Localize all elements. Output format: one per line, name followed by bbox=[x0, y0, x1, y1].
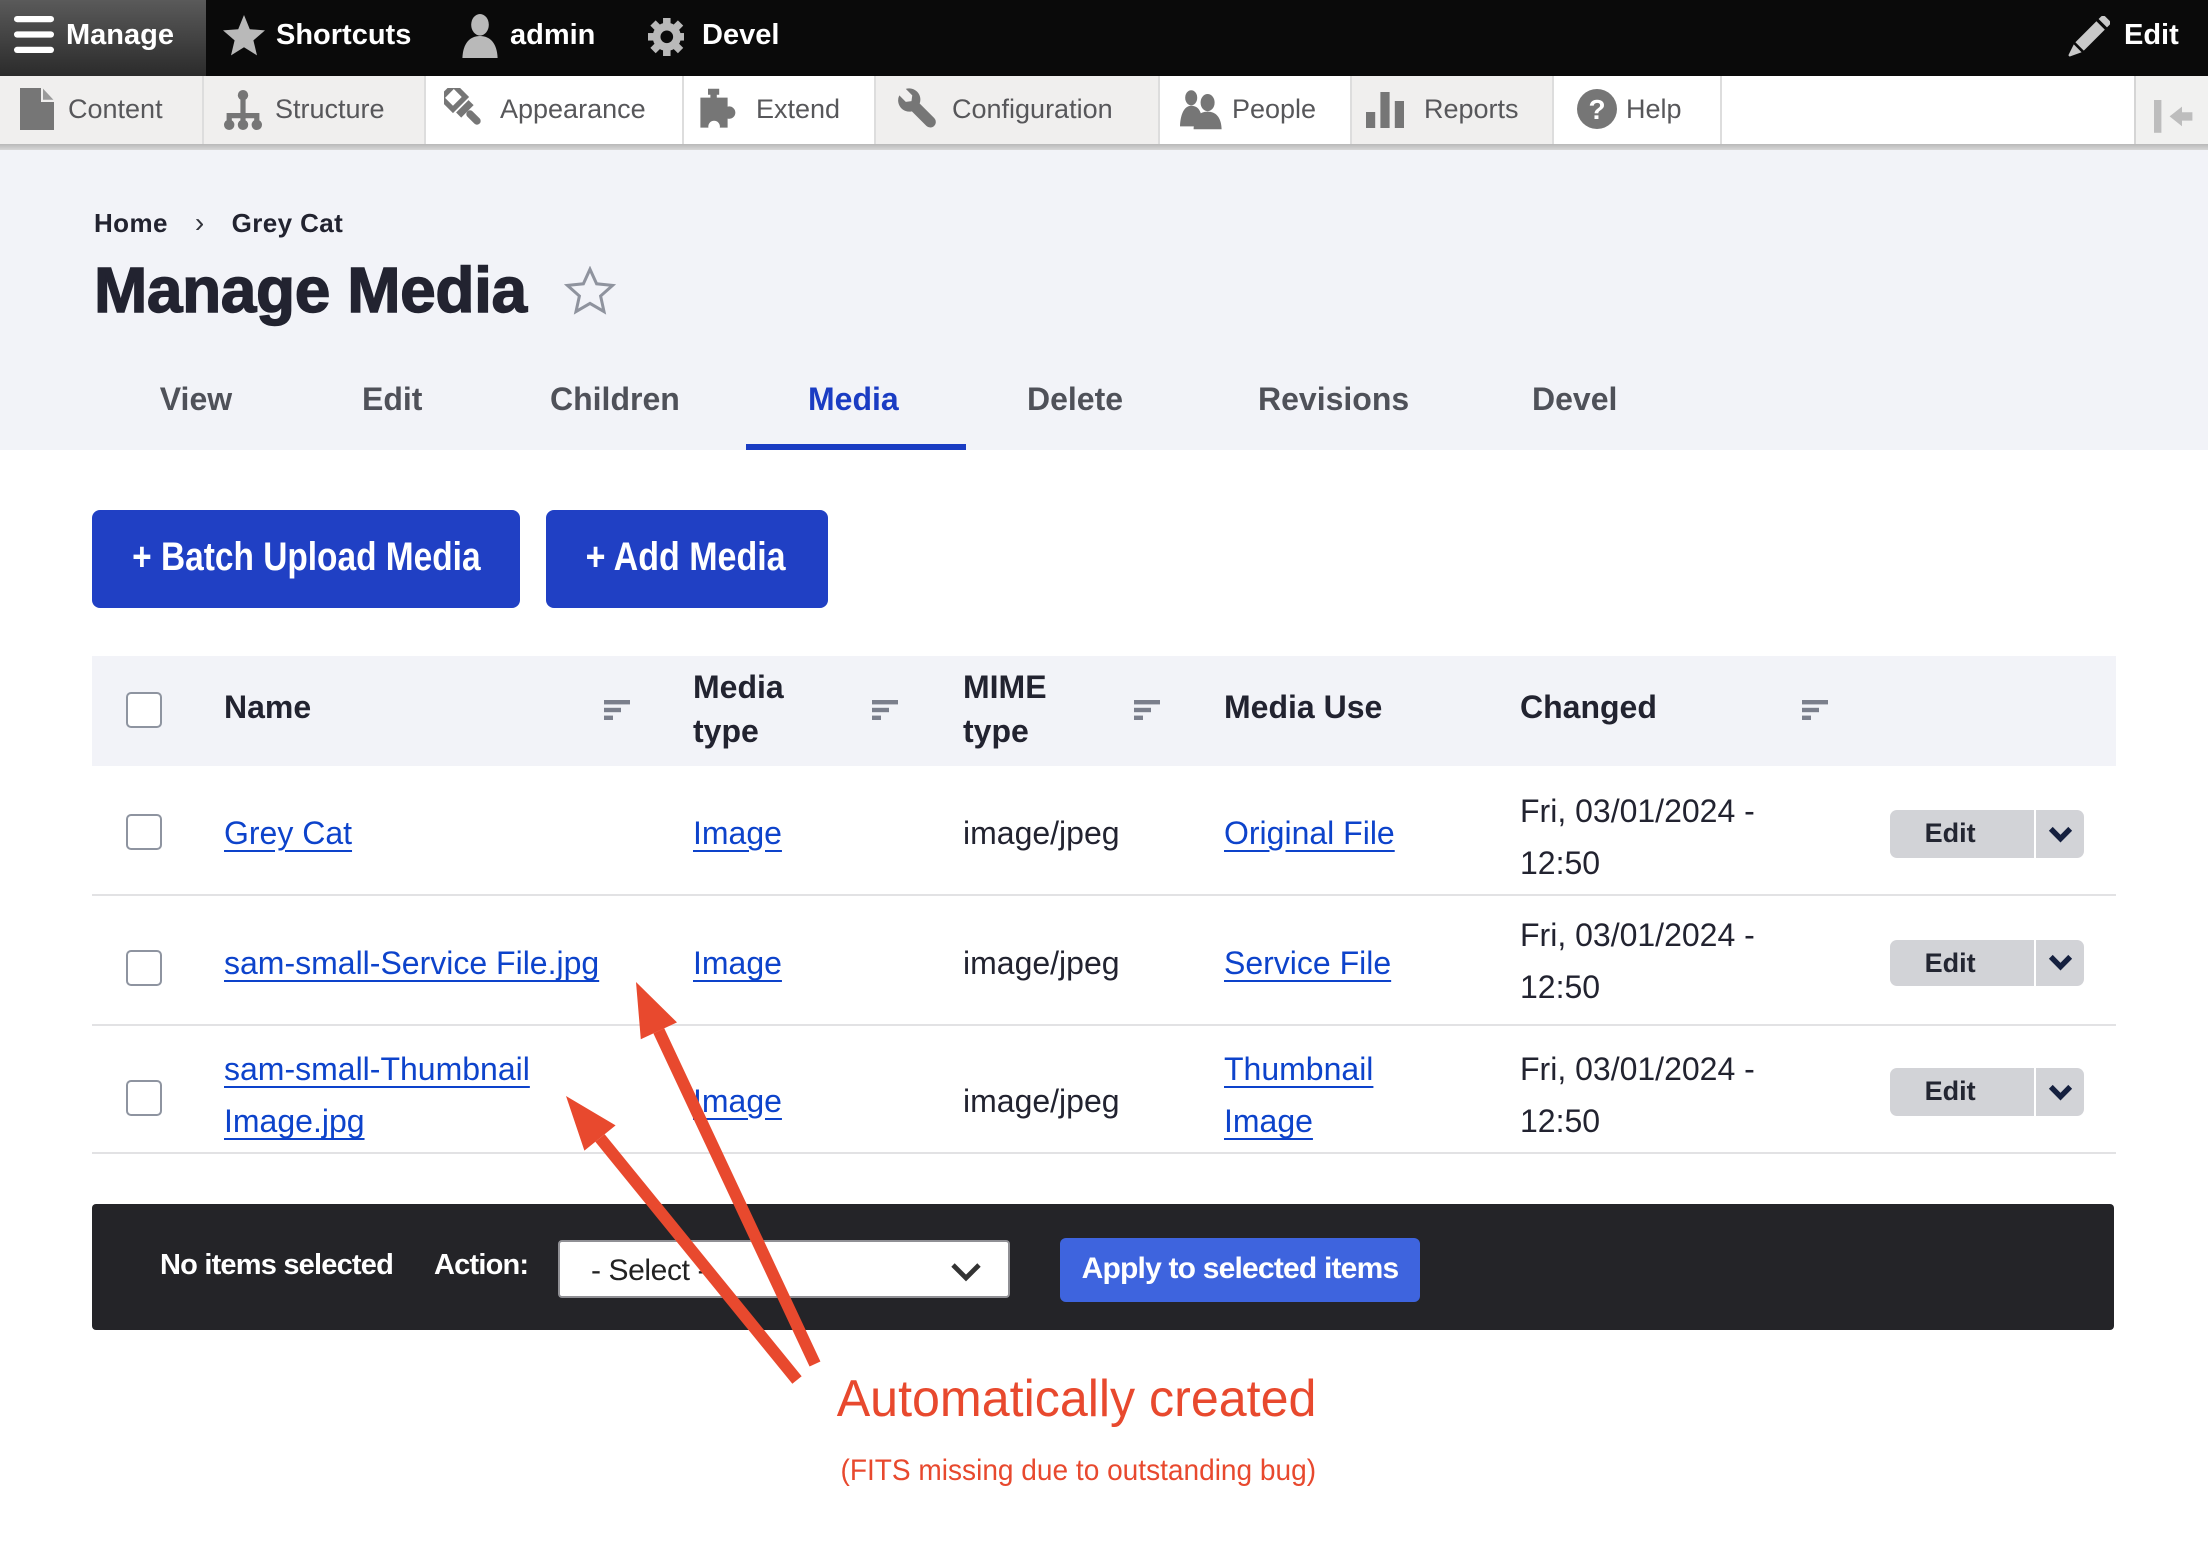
svg-text:?: ? bbox=[1588, 94, 1605, 125]
